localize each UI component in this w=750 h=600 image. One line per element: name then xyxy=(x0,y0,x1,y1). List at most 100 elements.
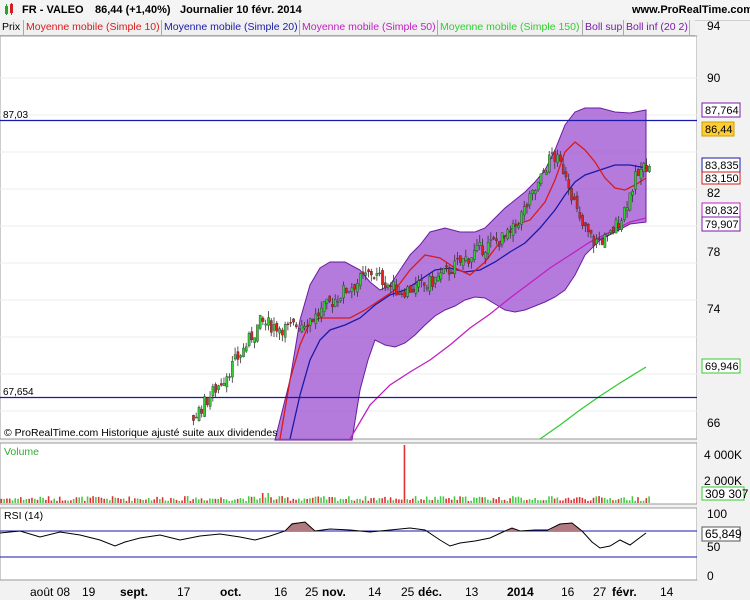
volume-bar xyxy=(525,500,528,503)
candle-body xyxy=(467,258,471,264)
volume-bar xyxy=(0,498,3,503)
volume-bar xyxy=(386,500,389,503)
volume-bar xyxy=(328,497,331,503)
volume-bar xyxy=(281,496,283,503)
candle-body xyxy=(420,279,423,281)
volume-bar xyxy=(628,500,631,503)
volume-bar xyxy=(403,445,406,503)
candle-body xyxy=(311,318,315,322)
volume-bar xyxy=(601,497,603,503)
volume-bar xyxy=(298,498,300,503)
candle-body xyxy=(548,154,551,173)
candle-body xyxy=(206,397,209,406)
candle-body xyxy=(395,284,398,296)
candle-body xyxy=(614,219,618,234)
candle-body xyxy=(556,154,559,163)
volume-bar xyxy=(417,500,420,503)
volume-bar xyxy=(211,498,214,503)
candle-body xyxy=(603,234,607,248)
candle-body xyxy=(361,271,365,274)
volume-bar xyxy=(164,500,167,503)
volume-bar xyxy=(400,499,403,503)
volume-bar xyxy=(67,500,69,503)
volume-bar xyxy=(259,498,261,503)
volume-bar xyxy=(175,499,178,503)
candle-body xyxy=(645,165,648,172)
candle-body xyxy=(400,293,404,295)
volume-bar xyxy=(206,500,208,503)
x-tick-25: 25 xyxy=(305,585,319,599)
candle-body xyxy=(389,285,393,287)
volume-bar xyxy=(487,499,489,503)
volume-bar xyxy=(42,497,44,503)
volume-bar xyxy=(498,496,500,503)
volume-bar xyxy=(509,498,511,503)
candle-body xyxy=(628,192,632,211)
tag-boll-inf: 79,907 xyxy=(705,219,739,231)
volume-bar xyxy=(75,497,78,503)
volume-bar xyxy=(584,499,586,503)
volume-bar xyxy=(284,498,286,503)
volume-bar xyxy=(439,496,442,503)
candle-body xyxy=(520,211,523,225)
volume-bar xyxy=(295,499,297,503)
volume-bar xyxy=(120,498,122,503)
volume-bar xyxy=(247,496,250,503)
volume-bar xyxy=(617,499,620,503)
candle-body xyxy=(295,324,298,328)
volume-bar xyxy=(36,499,39,503)
candle-body xyxy=(528,193,532,206)
candle-body xyxy=(434,277,437,284)
candle-body xyxy=(403,291,407,298)
volume-bar xyxy=(348,496,350,503)
candle-body xyxy=(573,196,576,200)
candle-body xyxy=(222,383,226,386)
volume-bar xyxy=(639,500,642,503)
candle-body xyxy=(606,233,609,236)
candle-body xyxy=(578,211,582,219)
volume-bar xyxy=(264,497,267,503)
volume-bar xyxy=(128,496,131,503)
candle-body xyxy=(570,188,573,201)
volume-bar xyxy=(531,499,534,503)
candle-body xyxy=(636,169,640,176)
volume-bar xyxy=(311,497,314,503)
tag-sma50: 80,832 xyxy=(705,205,739,217)
candle-body xyxy=(456,257,459,260)
volume-bar xyxy=(64,500,67,503)
volume-bar xyxy=(484,497,486,503)
candle-body xyxy=(375,273,379,276)
volume-bar xyxy=(209,498,211,503)
volume-bar xyxy=(61,500,64,503)
volume-bar xyxy=(398,499,400,503)
volume-bar xyxy=(161,497,164,503)
volume-bar xyxy=(334,497,336,503)
candle-body xyxy=(286,323,290,326)
candle-body xyxy=(545,171,548,175)
candle-body xyxy=(200,408,204,414)
volume-bar xyxy=(423,499,425,503)
volume-bar xyxy=(159,499,161,503)
candle-body xyxy=(481,245,484,255)
tag-sma10: 83,150 xyxy=(705,173,739,185)
volume-bar xyxy=(320,497,322,503)
volume-bar xyxy=(11,500,14,503)
volume-bar xyxy=(145,499,147,503)
volume-bar xyxy=(31,497,33,503)
candle-body xyxy=(386,284,390,288)
candle-body xyxy=(194,416,198,419)
volume-bar xyxy=(503,499,506,503)
candle-body xyxy=(203,396,206,417)
volume-bar xyxy=(300,500,303,503)
volume-bar xyxy=(275,499,278,503)
volume-bar xyxy=(253,496,256,503)
candle-body xyxy=(242,347,245,357)
volume-bar xyxy=(270,497,272,503)
volume-bar xyxy=(303,498,306,503)
volume-bar xyxy=(606,499,609,503)
candle-body xyxy=(231,361,234,378)
candle-body xyxy=(609,230,612,233)
volume-bar xyxy=(47,496,50,503)
candle-body xyxy=(648,166,651,172)
candle-body xyxy=(592,235,596,246)
